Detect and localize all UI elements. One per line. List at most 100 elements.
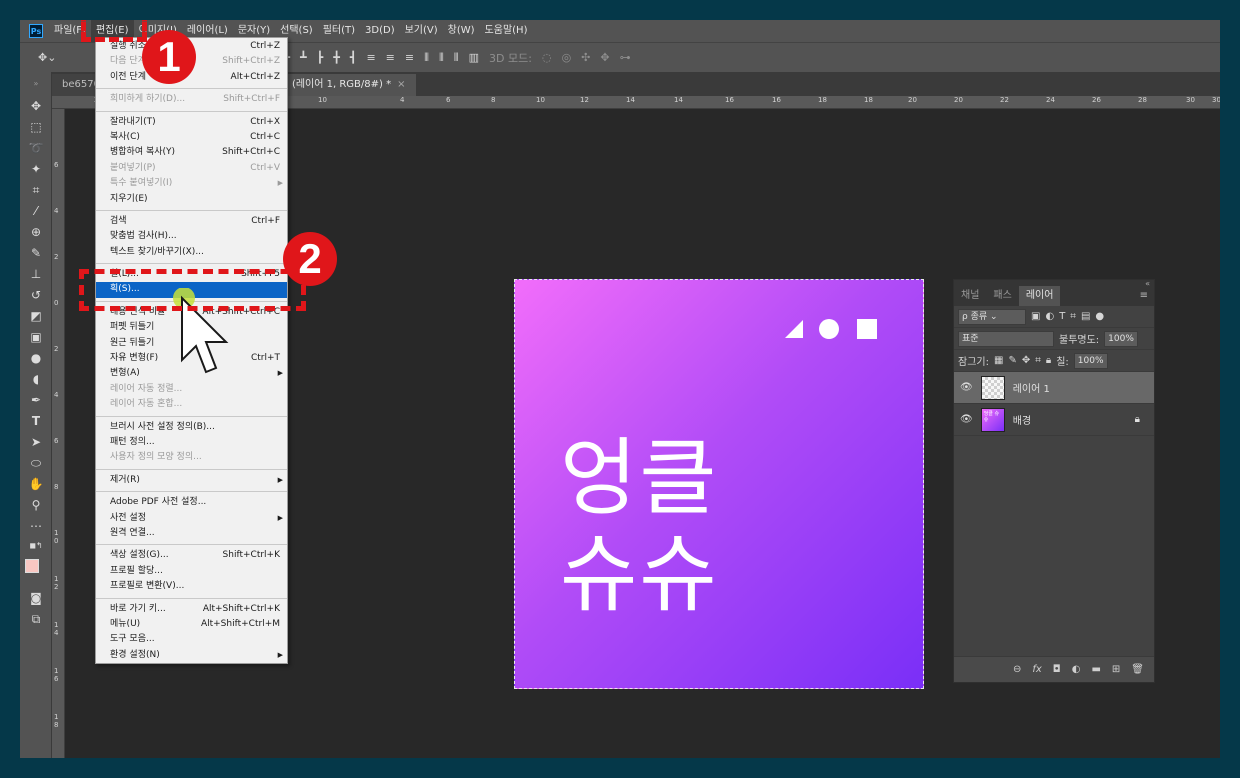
edit-menu-item[interactable]: 원격 연결... (96, 526, 287, 541)
lock-artboard-icon[interactable]: ⌗ (1035, 355, 1041, 366)
edit-menu-item[interactable]: 프로필로 변환(V)... (96, 579, 287, 594)
edit-menu-item[interactable]: 패턴 정의... (96, 435, 287, 450)
edit-menu-item[interactable]: 색상 설정(G)... Shift+Ctrl+K (96, 548, 287, 563)
layer-row[interactable]: 👁︎ 레이어 1 (954, 372, 1154, 404)
align-hcenter-icon[interactable]: ╋ (333, 51, 340, 64)
filter-pixel-icon[interactable]: ▣ (1031, 311, 1040, 322)
path-selection-tool-icon[interactable]: ➤ (28, 434, 44, 450)
visibility-eye-icon[interactable]: 👁︎ (960, 382, 973, 393)
edit-menu-item[interactable]: 사전 설정 ▶ (96, 511, 287, 526)
zoom-tool-icon[interactable]: ⚲ (28, 497, 44, 513)
collapse-icon[interactable]: » (28, 76, 44, 92)
screen-mode-icon[interactable]: ⧉ (28, 611, 44, 627)
filter-toggle-icon[interactable]: ● (1095, 311, 1104, 322)
edit-menu-item[interactable]: 제거(R) ▶ (96, 473, 287, 488)
close-icon[interactable]: × (397, 79, 405, 90)
move-tool-icon[interactable]: ✥ (28, 98, 44, 114)
healing-brush-tool-icon[interactable]: ⊕ (28, 224, 44, 240)
distribute-vcenter-icon[interactable]: ≡ (386, 51, 395, 64)
dodge-tool-icon[interactable]: ◖ (28, 371, 44, 387)
lock-image-icon[interactable]: ✎ (1008, 355, 1016, 366)
pen-tool-icon[interactable]: ✒ (28, 392, 44, 408)
fill-input[interactable]: 100% (1073, 352, 1108, 369)
magic-wand-tool-icon[interactable]: ✦ (28, 161, 44, 177)
document-canvas[interactable]: 엉클 슈슈 (514, 279, 924, 689)
edit-menu-item[interactable]: 텍스트 찾기/바꾸기(X)... (96, 245, 287, 260)
lock-position-icon[interactable]: ✥ (1022, 355, 1030, 366)
history-brush-tool-icon[interactable]: ↺ (28, 287, 44, 303)
distribute-top-icon[interactable]: ≡ (366, 51, 375, 64)
edit-menu-item[interactable]: 지우기(E) (96, 192, 287, 207)
new-layer-icon[interactable]: ⊞ (1112, 664, 1120, 675)
panel-collapse-icon[interactable]: « (1145, 279, 1150, 288)
tab-paths[interactable]: 패스 (986, 286, 1018, 306)
edit-menu-item[interactable]: 이전 단계 Alt+Ctrl+Z (96, 70, 287, 85)
menu-window[interactable]: 창(W) (443, 20, 480, 42)
filter-adjustment-icon[interactable]: ◐ (1045, 311, 1054, 322)
edit-menu-item[interactable]: 붙여넣기(P) Ctrl+V (96, 161, 287, 176)
type-tool-icon[interactable]: T (28, 413, 44, 429)
brush-tool-icon[interactable]: ✎ (28, 245, 44, 261)
edit-menu-item[interactable]: Adobe PDF 사전 설정... (96, 495, 287, 510)
edit-menu-item[interactable]: 레이어 자동 정렬... (96, 382, 287, 397)
eyedropper-tool-icon[interactable]: ⁄ (28, 203, 44, 219)
menu-view[interactable]: 보기(V) (400, 20, 443, 42)
edit-menu-item[interactable]: 검색 Ctrl+F (96, 214, 287, 229)
edit-menu-item[interactable]: 프로필 할당... (96, 564, 287, 579)
3d-orbit-icon[interactable]: ◌ (542, 51, 552, 64)
document-tab-active[interactable]: (레이어 1, RGB/8#) * × (281, 74, 416, 96)
lock-all-icon[interactable]: 🔒︎ (1046, 355, 1051, 366)
edit-menu-item[interactable]: 레이어 자동 혼합... (96, 397, 287, 412)
edit-menu-item[interactable]: 복사(C) Ctrl+C (96, 130, 287, 145)
edit-menu-item[interactable]: 브러시 사전 설정 정의(B)... (96, 420, 287, 435)
quick-mask-icon[interactable]: ◙ (28, 590, 44, 606)
shape-tool-icon[interactable]: ⬭ (28, 455, 44, 471)
tab-layers[interactable]: 레이어 (1018, 286, 1061, 306)
adjustment-layer-icon[interactable]: ◐ (1072, 664, 1081, 675)
edit-menu-item[interactable]: 메뉴(U) Alt+Shift+Ctrl+M (96, 617, 287, 632)
visibility-eye-icon[interactable]: 👁︎ (960, 414, 973, 425)
edit-menu-item[interactable]: 맞춤법 검사(H)... (96, 229, 287, 244)
filter-type-icon[interactable]: T (1059, 311, 1065, 322)
fx-icon[interactable]: fx (1032, 664, 1041, 675)
stamp-tool-icon[interactable]: ⊥ (28, 266, 44, 282)
delete-layer-icon[interactable]: 🗑︎ (1131, 664, 1144, 675)
hand-tool-icon[interactable]: ✋ (28, 476, 44, 492)
align-right-icon[interactable]: ┫ (350, 51, 357, 64)
tab-channels[interactable]: 채널 (954, 286, 986, 306)
edit-menu-item[interactable]: 잘라내기(T) Ctrl+X (96, 115, 287, 130)
panel-menu-icon[interactable]: ≡ (1140, 286, 1148, 306)
align-bottom-icon[interactable]: ┻ (300, 51, 307, 64)
add-mask-icon[interactable]: ◘ (1053, 664, 1061, 675)
distribute-right-icon[interactable]: ⦀ (454, 51, 459, 65)
marquee-tool-icon[interactable]: ⬚ (28, 119, 44, 135)
link-layers-icon[interactable]: ⊖ (1013, 664, 1021, 675)
3d-roll-icon[interactable]: ◎ (562, 51, 572, 64)
layer-row[interactable]: 👁︎ 엉클 슈슈 배경 🔒︎ (954, 404, 1154, 436)
move-tool-icon[interactable]: ✥⌄ (38, 51, 56, 64)
crop-tool-icon[interactable]: ⌗ (28, 182, 44, 198)
foreground-color-swatch[interactable] (25, 559, 39, 573)
3d-pan-icon[interactable]: ✣ (581, 51, 590, 64)
edit-menu-item[interactable]: 특수 붙여넣기(I) ▶ (96, 176, 287, 191)
edit-menu-item[interactable]: 도구 모음... (96, 632, 287, 647)
more-tools-icon[interactable]: ⋯ (28, 518, 44, 534)
eraser-tool-icon[interactable]: ◩ (28, 308, 44, 324)
swap-colors-icon[interactable]: ◼↰ (28, 538, 44, 554)
align-left-icon[interactable]: ┣ (317, 51, 324, 64)
blend-mode-select[interactable]: 표준 (958, 330, 1054, 347)
lasso-tool-icon[interactable]: ➰ (28, 140, 44, 156)
distribute-left-icon[interactable]: ⦀ (424, 51, 429, 65)
menu-3d[interactable]: 3D(D) (360, 20, 400, 42)
menu-help[interactable]: 도움말(H) (480, 20, 533, 42)
distribute-bottom-icon[interactable]: ≡ (405, 51, 414, 64)
edit-menu-item[interactable]: 바로 가기 키... Alt+Shift+Ctrl+K (96, 602, 287, 617)
opacity-input[interactable]: 100% (1104, 330, 1138, 347)
layer-filter-select[interactable]: ρ 종류 ⌄ (958, 308, 1026, 325)
edit-menu-item[interactable]: 사용자 정의 모양 정의... (96, 450, 287, 465)
menu-filter[interactable]: 필터(T) (318, 20, 360, 42)
edit-menu-item[interactable]: 희미하게 하기(D)... Shift+Ctrl+F (96, 92, 287, 107)
distribute-hcenter-icon[interactable]: ⦀ (439, 51, 444, 65)
3d-slide-icon[interactable]: ✥ (600, 51, 609, 64)
filter-smart-object-icon[interactable]: ▤ (1081, 311, 1090, 322)
